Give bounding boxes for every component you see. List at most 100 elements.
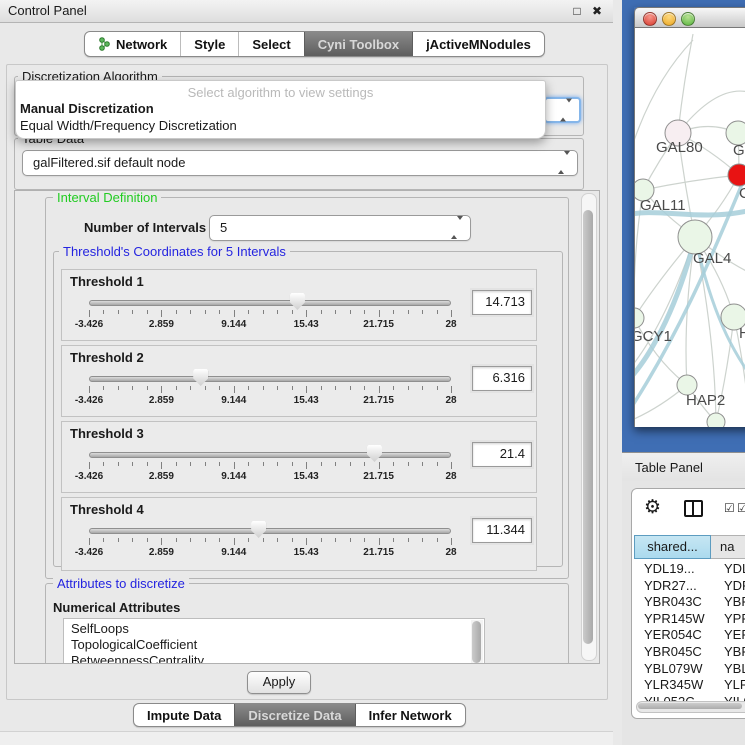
table-header-row: shared... na: [634, 535, 745, 559]
tab-cyni-toolbox[interactable]: Cyni Toolbox: [304, 32, 412, 56]
slider-track[interactable]: [89, 452, 451, 458]
network-node-label: GCY1: [635, 328, 672, 345]
slider-track[interactable]: [89, 376, 451, 382]
slider-track[interactable]: [89, 300, 451, 306]
threshold-slider[interactable]: -3.4262.8599.14415.4321.71528: [89, 300, 451, 331]
table-toolbar: ⚙ ☑ ☑: [632, 493, 745, 523]
checkbox-icon[interactable]: ☑: [724, 501, 735, 515]
window-close-button[interactable]: [643, 12, 657, 26]
window-zoom-button[interactable]: [681, 12, 695, 26]
table-horizontal-scrollbar[interactable]: [636, 701, 745, 713]
attribute-item[interactable]: TopologicalCoefficient: [64, 637, 484, 653]
cell-shared-name: YER054C: [634, 627, 711, 644]
threshold-slider[interactable]: -3.4262.8599.14415.4321.71528: [89, 376, 451, 407]
table-row[interactable]: YPR145WYPR1: [634, 611, 745, 628]
threshold-value-field[interactable]: 11.344: [472, 518, 532, 543]
threshold-slider[interactable]: -3.4262.8599.14415.4321.71528: [89, 452, 451, 483]
network-node-gal4[interactable]: [678, 220, 712, 254]
checkbox-icon[interactable]: ☑: [737, 501, 745, 515]
cell-name: YIL0: [711, 694, 745, 701]
slider-thumb[interactable]: [251, 521, 266, 538]
table-row[interactable]: YBR043CYBR0: [634, 594, 745, 611]
panel-scrollbar[interactable]: [581, 193, 597, 661]
tab-impute-data[interactable]: Impute Data: [134, 704, 234, 726]
interval-definition-title: Interval Definition: [53, 190, 161, 205]
tab-label: Discretize Data: [248, 708, 341, 723]
screen: Control Panel □ ✖ NetworkStyle Select Cyni…: [0, 0, 745, 745]
threshold-panel: Threshold 4-3.4262.8599.14415.4321.71528…: [61, 497, 537, 571]
numerical-attributes-header: Numerical Attributes: [53, 600, 180, 615]
columns-icon[interactable]: [684, 500, 703, 517]
network-canvas[interactable]: GAL80GCGAL11GAL4GCY1HHAP2: [634, 28, 745, 427]
cell-shared-name: YBL079W: [634, 661, 711, 678]
threshold-value-field[interactable]: 21.4: [472, 442, 532, 467]
threshold-panel: Threshold 3-3.4262.8599.14415.4321.71528…: [61, 421, 537, 493]
tab-style[interactable]: Style: [180, 32, 238, 56]
cell-shared-name: YBR043C: [634, 594, 711, 611]
attributes-scrollbar[interactable]: [471, 620, 483, 664]
table-rows: YDL19...YDL1YDR27...YDR2YBR043CYBR0YPR14…: [634, 561, 745, 701]
cell-name: YDL1: [711, 561, 745, 578]
table-data-value: galFiltered.sif default node: [33, 155, 185, 170]
cell-name: YBR0: [711, 644, 745, 661]
slider-ticks: [89, 538, 451, 546]
column-header-name[interactable]: na: [711, 535, 745, 559]
table-row[interactable]: YIL052CYIL0: [634, 694, 745, 701]
attributes-scrollbar-thumb[interactable]: [472, 621, 481, 663]
network-node-gcy1[interactable]: [635, 308, 644, 328]
table-row[interactable]: YER054CYER0: [634, 627, 745, 644]
tab-label: Select: [252, 37, 290, 52]
number-of-intervals-value: 5: [220, 220, 227, 235]
slider-tick-labels: -3.4262.8599.14415.4321.71528: [89, 395, 451, 407]
table-row[interactable]: YBL079WYBL0: [634, 661, 745, 678]
control-panel-titlebar: Control Panel □ ✖: [0, 0, 613, 23]
algorithm-prompt: Select algorithm to view settings: [16, 85, 545, 100]
table-row[interactable]: YDR27...YDR2: [634, 578, 745, 595]
float-window-icon[interactable]: □: [569, 0, 585, 22]
cell-name: YER0: [711, 627, 745, 644]
slider-ticks: [89, 386, 451, 394]
network-window-titlebar[interactable]: [634, 7, 745, 28]
bottom-strip: [0, 731, 613, 745]
threshold-value-field[interactable]: 6.316: [472, 366, 532, 391]
numerical-attributes-list: SelfLoopsTopologicalCoefficientBetweenne…: [63, 618, 485, 664]
cell-name: YLR3: [711, 677, 745, 694]
panel-scrollbar-thumb[interactable]: [583, 210, 593, 644]
tab-infer-network[interactable]: Infer Network: [355, 704, 465, 726]
table-row[interactable]: YBR045CYBR0: [634, 644, 745, 661]
close-panel-icon[interactable]: ✖: [589, 0, 605, 22]
cell-shared-name: YLR345W: [634, 677, 711, 694]
column-header-shared-name[interactable]: shared...: [634, 535, 711, 559]
table-row[interactable]: YDL19...YDL1: [634, 561, 745, 578]
window-minimize-button[interactable]: [662, 12, 676, 26]
algorithm-combobox[interactable]: [544, 97, 581, 123]
slider-thumb[interactable]: [290, 293, 305, 310]
gear-icon[interactable]: ⚙: [644, 496, 661, 519]
attribute-item[interactable]: BetweennessCentrality: [64, 653, 484, 664]
table-row[interactable]: YLR345WYLR3: [634, 677, 745, 694]
panel-title: Control Panel: [8, 0, 87, 22]
cell-shared-name: YDR27...: [634, 578, 711, 595]
network-node[interactable]: [707, 413, 725, 427]
table-data-combobox[interactable]: galFiltered.sif default node: [22, 150, 578, 176]
tab-network[interactable]: Network: [85, 32, 180, 56]
tab-select[interactable]: Select: [238, 32, 303, 56]
tab-jactivemnodules[interactable]: jActiveMNodules: [412, 32, 544, 56]
threshold-slider[interactable]: -3.4262.8599.14415.4321.71528: [89, 528, 451, 559]
algorithm-option[interactable]: Equal Width/Frequency Discretization: [16, 117, 545, 134]
algorithm-option[interactable]: Manual Discretization: [16, 100, 545, 117]
bottom-tab-bar: Impute Data Discretize Data Infer Network: [133, 703, 466, 727]
attribute-item[interactable]: SelfLoops: [64, 621, 484, 637]
slider-thumb[interactable]: [193, 369, 208, 386]
number-of-intervals-combobox[interactable]: 5: [209, 215, 471, 241]
apply-button[interactable]: Apply: [247, 671, 311, 694]
network-edge[interactable]: [643, 175, 739, 190]
slider-thumb[interactable]: [367, 445, 382, 462]
table-scrollbar-thumb[interactable]: [638, 703, 742, 709]
slider-track[interactable]: [89, 528, 451, 534]
slider-tick-labels: -3.4262.8599.14415.4321.71528: [89, 471, 451, 483]
cell-name: YBL0: [711, 661, 745, 678]
threshold-value-field[interactable]: 14.713: [472, 290, 532, 315]
tab-discretize-data[interactable]: Discretize Data: [234, 704, 354, 726]
network-node-c[interactable]: [728, 164, 745, 186]
